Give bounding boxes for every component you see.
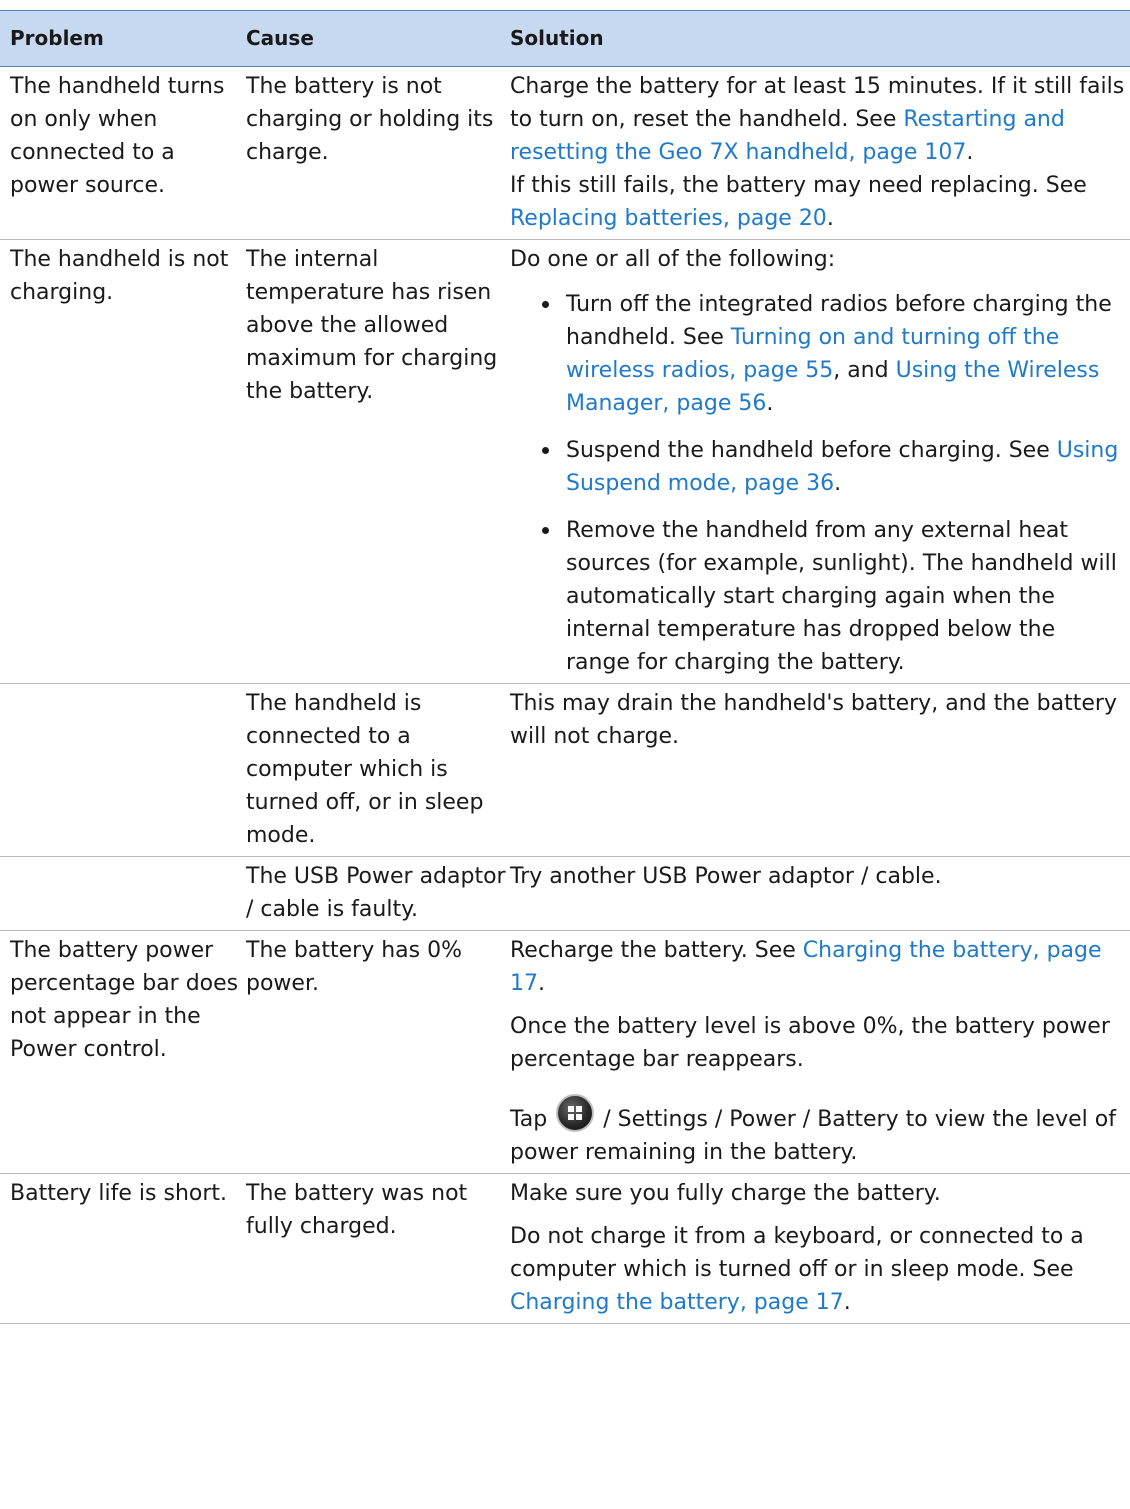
bullet-icon xyxy=(542,527,549,534)
solution-text: / Settings / Power / Battery to view the… xyxy=(510,1107,1116,1165)
cause-cell: The battery is not charging or holding i… xyxy=(246,74,494,165)
bullet-icon xyxy=(542,447,549,454)
cause-cell: The internal temperature has risen above… xyxy=(246,247,498,404)
solution-cell: Do one or all of the following: Turn off… xyxy=(510,240,1130,683)
solution-text: Recharge the battery. See xyxy=(510,938,803,963)
bullet-icon xyxy=(542,301,549,308)
link-replacing-batteries[interactable]: Replacing batteries, page 20 xyxy=(510,206,827,231)
cause-cell: The battery has 0% power. xyxy=(246,938,462,996)
punctuation: . xyxy=(966,140,974,165)
list-item: Suspend the handheld before charging. Se… xyxy=(540,434,1126,500)
solution-list: Turn off the integrated radios before ch… xyxy=(510,288,1126,679)
problem-cell: Battery life is short. xyxy=(10,1181,228,1206)
list-item: Turn off the integrated radios before ch… xyxy=(540,288,1126,420)
table-row: The USB Power adaptor / cable is faulty.… xyxy=(0,856,1130,931)
problem-cell: The handheld is not charging. xyxy=(10,247,229,305)
table-row: Battery life is short. The battery was n… xyxy=(0,1173,1130,1324)
header-solution: Solution xyxy=(510,10,1130,67)
punctuation: . xyxy=(538,971,545,996)
solution-cell: This may drain the handheld's battery, a… xyxy=(510,691,1117,749)
cause-cell: The battery was not fully charged. xyxy=(246,1181,468,1239)
table-row: The handheld is connected to a computer … xyxy=(0,683,1130,857)
solution-cell: Recharge the battery. See Charging the b… xyxy=(510,931,1130,1173)
problem-cell: The handheld turns on only when connecte… xyxy=(10,74,225,198)
cause-cell: The USB Power adaptor / cable is faulty. xyxy=(246,864,506,922)
solution-text: If this still fails, the battery may nee… xyxy=(510,173,1087,198)
solution-text: Once the battery level is above 0%, the … xyxy=(510,1014,1110,1072)
link-charging-battery[interactable]: Charging the battery, page 17 xyxy=(510,1290,844,1315)
solution-text: Remove the handheld from any external he… xyxy=(566,518,1117,675)
problem-cell xyxy=(10,684,246,691)
table-row: The battery power percentage bar does no… xyxy=(0,930,1130,1174)
problem-cell xyxy=(10,857,246,864)
table-row: The handheld turns on only when connecte… xyxy=(0,66,1130,240)
solution-cell: Make sure you fully charge the battery. … xyxy=(510,1174,1130,1323)
solution-text: Suspend the handheld before charging. Se… xyxy=(566,438,1057,463)
solution-cell: Charge the battery for at least 15 minut… xyxy=(510,67,1130,239)
solution-intro: Do one or all of the following: xyxy=(510,247,836,272)
header-problem: Problem xyxy=(0,10,246,67)
windows-start-icon[interactable] xyxy=(556,1094,595,1132)
punctuation: . xyxy=(826,206,834,231)
table-row: The handheld is not charging. The intern… xyxy=(0,239,1130,684)
table-header-row: Problem Cause Solution xyxy=(0,10,1130,67)
punctuation: , and xyxy=(833,358,896,383)
punctuation: . xyxy=(834,471,842,496)
cause-cell: The handheld is connected to a computer … xyxy=(246,691,484,848)
solution-text: Do not charge it from a keyboard, or con… xyxy=(510,1224,1084,1282)
punctuation: . xyxy=(766,391,774,416)
header-cause: Cause xyxy=(246,10,510,67)
troubleshooting-table: Problem Cause Solution The handheld turn… xyxy=(0,10,1130,1324)
punctuation: . xyxy=(843,1290,851,1315)
solution-cell: Try another USB Power adaptor / cable. xyxy=(510,864,942,889)
solution-text: Tap xyxy=(510,1107,555,1132)
list-item: Remove the handheld from any external he… xyxy=(540,514,1126,679)
solution-text: Make sure you fully charge the battery. xyxy=(510,1181,941,1206)
problem-cell: The battery power percentage bar does no… xyxy=(10,938,239,1062)
